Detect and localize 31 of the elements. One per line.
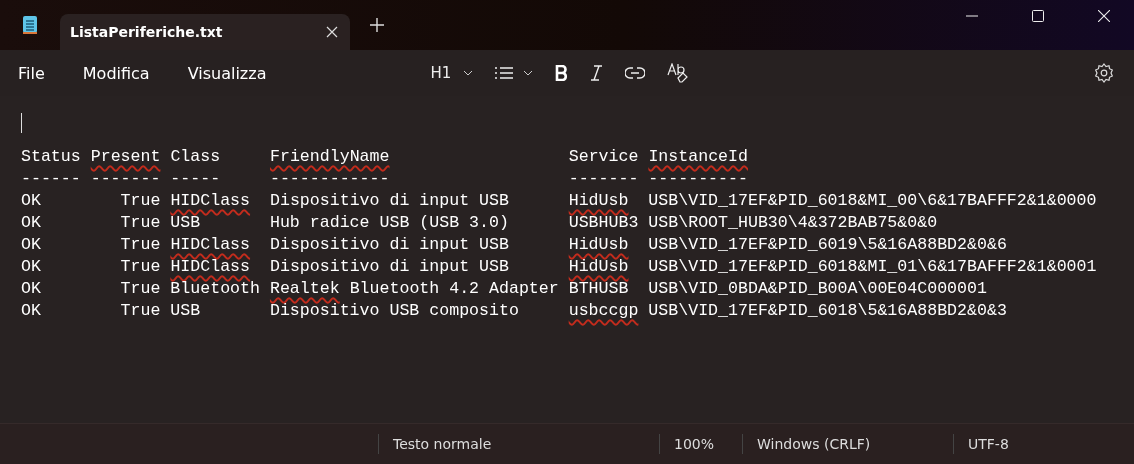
text-cursor [21, 113, 22, 133]
chevron-down-icon [463, 70, 474, 76]
menu-item[interactable]: File [18, 63, 45, 83]
status-item: 100% [659, 434, 742, 454]
text-line: OK True HIDClass Dispositivo di input USB HidUsb USB\VID_17EF&PID_6018&MI_00\6&17BAFFF2&1&0000 [21, 190, 1098, 212]
text-line: OK True USB Hub radice USB (USB 3.0) USBHUB3 USB\ROOT_HUB30\4&372BAB75&0&0 [21, 212, 939, 234]
chevron-down-icon [523, 70, 534, 76]
close-icon[interactable] [326, 26, 338, 38]
menu-item[interactable]: Modifica [82, 63, 150, 83]
italic-icon[interactable] [590, 65, 604, 81]
text-line: OK True USB Dispositivo USB composito usbccgp USB\VID_17EF&PID_6018\5&16A88BD2&0&3 [21, 300, 1008, 322]
plus-icon[interactable] [370, 18, 384, 32]
text-line: OK True HIDClass Dispositivo di input USB HidUsb USB\VID_17EF&PID_6019\5&16A88BD2&0&6 [21, 234, 1008, 256]
text-line: Status Present Class FriendlyName Service InstanceId [21, 146, 749, 168]
status-item: UTF-8 [953, 434, 1118, 454]
close-icon[interactable] [1098, 10, 1110, 22]
text-line: OK True Bluetooth Realtek Bluetooth 4.2 Adapter BTHUSB USB\VID_0BDA&PID_B00A\00E04C000001 [21, 278, 988, 300]
heading-dropdown[interactable]: H1 [430, 64, 474, 82]
link-icon[interactable] [625, 67, 646, 79]
notepad-icon [22, 15, 38, 35]
text-line: ------ ------- ----- ------------ ------- ---------- [21, 168, 749, 190]
settings-icon[interactable] [1094, 63, 1114, 83]
bold-icon[interactable] [555, 65, 569, 81]
text-line: OK True HIDClass Dispositivo di input USB HidUsb USB\VID_17EF&PID_6018&MI_01\6&17BAFFF2&1&0001 [21, 256, 1098, 278]
menu-item[interactable]: Visualizza [187, 63, 267, 83]
status-item: Windows (CRLF) [742, 434, 953, 454]
list-dropdown[interactable] [495, 67, 534, 79]
status-item: Testo normale [378, 434, 659, 454]
clear-format-icon[interactable] [667, 63, 690, 83]
file-tab[interactable]: ListaPeriferiche.txt [60, 14, 350, 50]
maximize-icon[interactable] [1032, 10, 1044, 22]
